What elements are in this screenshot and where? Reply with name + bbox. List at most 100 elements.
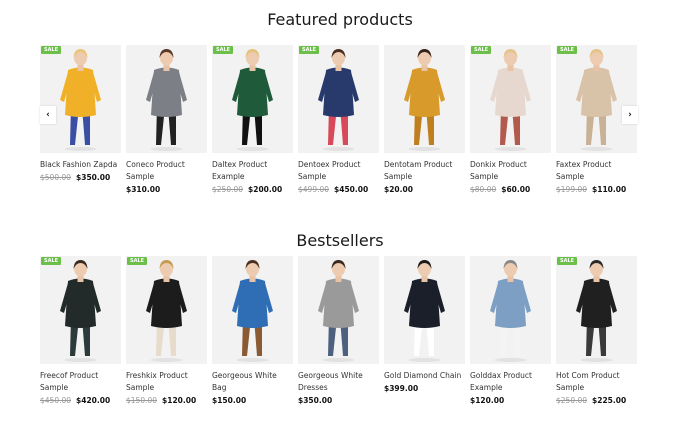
product-name-line[interactable]: Coneco Product Sample — [126, 160, 185, 181]
sale-badge: SALE — [557, 257, 578, 265]
product-name-line[interactable]: Freshkix Product — [126, 371, 188, 380]
current-price: $60.00 — [501, 185, 531, 194]
product-card[interactable]: SALE Daltex Product Example $250.00 $200.00 — [212, 45, 293, 196]
product-image[interactable] — [470, 45, 551, 153]
product-thumbnail[interactable]: SALE — [470, 45, 551, 153]
current-price: $310.00 — [126, 185, 161, 194]
product-thumbnail[interactable]: SALE — [556, 256, 637, 364]
product-prices: $150.00 — [212, 395, 293, 407]
product-thumbnail[interactable] — [470, 256, 551, 364]
current-price: $420.00 — [76, 396, 111, 405]
old-price: $450.00 — [40, 396, 72, 405]
product-name[interactable]: Georgeous White Bag — [212, 370, 293, 394]
current-price: $225.00 — [592, 396, 627, 405]
product-prices: $250.00 $200.00 — [212, 184, 293, 196]
product-name[interactable]: Gold Diamond Chain — [384, 370, 465, 382]
product-name-line[interactable]: Georgeous White — [298, 371, 363, 380]
product-name-line-2[interactable]: Example — [470, 383, 503, 392]
product-name-line-2[interactable]: Dresses — [298, 383, 328, 392]
product-name-line-2[interactable]: Sample — [126, 383, 154, 392]
product-card[interactable]: SALE Freshkix Product Sample $150.00 $120.00 — [126, 256, 207, 407]
product-card[interactable]: SALE Donkix Product Sample $80.00 $60.00 — [470, 45, 551, 196]
product-name-line[interactable]: Daltex Product Example — [212, 160, 267, 181]
product-name-line[interactable]: Dentoex Product — [298, 160, 360, 169]
product-card[interactable]: Georgeous White Bag $150.00 — [212, 256, 293, 407]
product-prices: $120.00 — [470, 395, 551, 407]
product-prices: $80.00 $60.00 — [470, 184, 551, 196]
product-image[interactable] — [212, 256, 293, 364]
product-name[interactable]: Coneco Product Sample — [126, 159, 207, 183]
old-price: $500.00 — [40, 173, 72, 182]
product-image[interactable] — [470, 256, 551, 364]
product-name-line[interactable]: Golddax Product — [470, 371, 532, 380]
product-image[interactable] — [40, 45, 121, 153]
product-image[interactable] — [556, 256, 637, 364]
product-thumbnail[interactable] — [298, 256, 379, 364]
carousel-next-arrow-icon[interactable]: › — [622, 106, 638, 124]
product-thumbnail[interactable]: SALE — [40, 256, 121, 364]
product-card[interactable]: Coneco Product Sample $310.00 — [126, 45, 207, 196]
product-name-line-2[interactable]: Sample — [298, 172, 326, 181]
product-thumbnail[interactable]: SALE — [298, 45, 379, 153]
bestsellers-carousel: SALE Freecof Product Sample $450.00 $420.00… — [40, 256, 638, 406]
product-name[interactable]: Georgeous White Dresses — [298, 370, 379, 394]
product-card[interactable]: Georgeous White Dresses $350.00 — [298, 256, 379, 407]
product-prices: $450.00 $420.00 — [40, 395, 121, 407]
carousel-prev-arrow-icon[interactable]: ‹ — [40, 106, 56, 124]
product-name[interactable]: Dentotam Product Sample — [384, 159, 465, 183]
product-name-line[interactable]: Dentotam Product — [384, 160, 452, 169]
product-name-line[interactable]: Freecof Product Sample — [40, 371, 98, 392]
product-name-line[interactable]: Black Fashion Zapda — [40, 160, 117, 169]
sale-badge: SALE — [213, 46, 234, 54]
product-card[interactable]: SALE Dentoex Product Sample $499.00 $450.00 — [298, 45, 379, 196]
current-price: $20.00 — [384, 185, 413, 194]
old-price: $499.00 — [298, 185, 330, 194]
product-card[interactable]: SALE Freecof Product Sample $450.00 $420.00 — [40, 256, 121, 407]
product-card[interactable]: Dentotam Product Sample $20.00 — [384, 45, 465, 196]
product-thumbnail[interactable]: SALE — [40, 45, 121, 153]
product-thumbnail[interactable] — [126, 45, 207, 153]
product-prices: $399.00 — [384, 383, 465, 395]
product-name[interactable]: Freecof Product Sample — [40, 370, 121, 394]
product-name[interactable]: Faxtex Product Sample — [556, 159, 637, 183]
featured-products-heading: Featured products — [267, 10, 413, 29]
product-card[interactable]: SALE Hot Com Product Sample $250.00 $225.00 — [556, 256, 637, 407]
product-name-line[interactable]: Georgeous White Bag — [212, 371, 277, 392]
product-name-line[interactable]: Faxtex Product Sample — [556, 160, 611, 181]
product-prices: $20.00 — [384, 184, 465, 196]
product-image[interactable] — [126, 45, 207, 153]
product-image[interactable] — [384, 256, 465, 364]
product-thumbnail[interactable] — [384, 256, 465, 364]
product-image[interactable] — [298, 256, 379, 364]
product-thumbnail[interactable]: SALE — [212, 45, 293, 153]
product-name[interactable]: Daltex Product Example — [212, 159, 293, 183]
product-image[interactable] — [40, 256, 121, 364]
product-thumbnail[interactable] — [212, 256, 293, 364]
product-name-line-2[interactable]: Sample — [384, 172, 412, 181]
current-price: $450.00 — [334, 185, 369, 194]
product-image[interactable] — [298, 45, 379, 153]
product-thumbnail[interactable]: SALE — [556, 45, 637, 153]
product-prices: $500.00 $350.00 — [40, 172, 121, 184]
product-name-line[interactable]: Donkix Product Sample — [470, 160, 527, 181]
product-image[interactable] — [126, 256, 207, 364]
product-name-line[interactable]: Gold Diamond Chain — [384, 371, 461, 380]
current-price: $350.00 — [76, 173, 111, 182]
product-card[interactable]: Golddax Product Example $120.00 — [470, 256, 551, 407]
product-image[interactable] — [384, 45, 465, 153]
product-name-line-2[interactable]: Sample — [556, 383, 584, 392]
product-name[interactable]: Dentoex Product Sample — [298, 159, 379, 183]
product-image[interactable] — [212, 45, 293, 153]
product-name[interactable]: Donkix Product Sample — [470, 159, 551, 183]
product-name[interactable]: Black Fashion Zapda — [40, 159, 121, 171]
product-name[interactable]: Hot Com Product Sample — [556, 370, 637, 394]
sale-badge: SALE — [557, 46, 578, 54]
current-price: $120.00 — [470, 396, 505, 405]
product-name[interactable]: Golddax Product Example — [470, 370, 551, 394]
product-name-line[interactable]: Hot Com Product — [556, 371, 620, 380]
product-thumbnail[interactable] — [384, 45, 465, 153]
product-name[interactable]: Freshkix Product Sample — [126, 370, 207, 394]
product-thumbnail[interactable]: SALE — [126, 256, 207, 364]
product-card[interactable]: Gold Diamond Chain $399.00 — [384, 256, 465, 395]
product-image[interactable] — [556, 45, 637, 153]
